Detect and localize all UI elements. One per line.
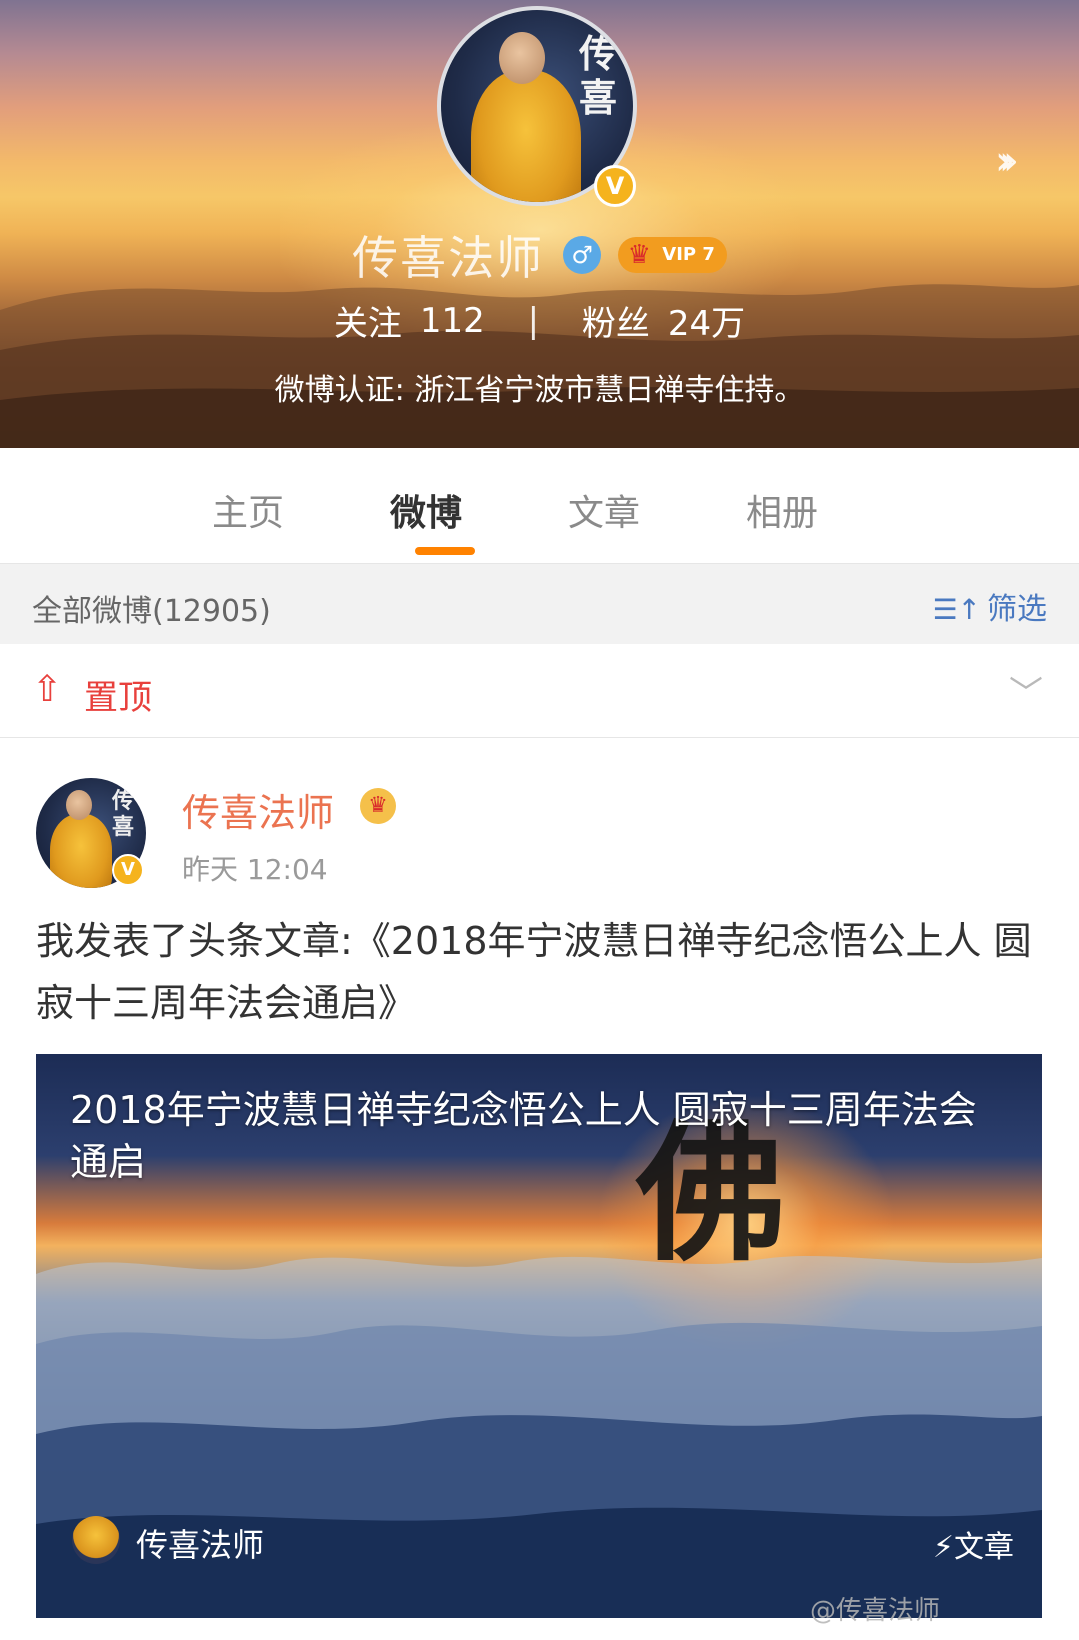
pinned-label: 置顶 [84, 678, 152, 718]
chevrons-right-icon[interactable]: ››› [995, 138, 1019, 184]
lightning-icon: ⚡ [932, 1530, 954, 1565]
fans-label: 粉丝 [581, 304, 650, 344]
all-posts-count: 全部微博(12905) [32, 594, 271, 629]
article-title: 2018年宁波慧日禅寺纪念悟公上人 圆寂十三周年法会通启 [70, 1088, 977, 1184]
profile-name: 传喜法师 [352, 231, 545, 285]
follow-count: 112 [419, 300, 485, 341]
follow-stats: 关注 112 | 粉丝 24万 [0, 296, 1079, 345]
follow-stat[interactable]: 关注 112 [334, 296, 485, 345]
filter-button[interactable]: ☰↑ 筛选 [932, 584, 1047, 628]
filter-icon: ☰↑ [932, 593, 981, 626]
tab-home[interactable]: 主页 [188, 484, 308, 536]
avatar-calligraphy: 传喜 [579, 31, 618, 120]
article-author-avatar [72, 1516, 120, 1564]
chevron-down-icon[interactable]: ﹀ [1009, 666, 1043, 715]
profile-cover: 传喜 V ››› 传喜法师 ♂ ♛ VIP 7 关注 112 | 粉丝 24万 微博… [0, 0, 1079, 448]
fans-count: 24万 [667, 304, 746, 344]
filter-label: 筛选 [987, 592, 1047, 627]
stats-separator: | [527, 300, 540, 341]
follow-label: 关注 [333, 304, 402, 344]
article-author: 传喜法师 [136, 1526, 265, 1564]
certification-text: 微博认证: 浙江省宁波市慧日禅寺住持。 [274, 373, 805, 408]
tab-albums[interactable]: 相册 [722, 484, 842, 536]
article-card[interactable]: 佛 2018年宁波慧日禅寺纪念悟公上人 圆寂十三周年法会通启 传喜法师 ⚡文章 [36, 1054, 1042, 1618]
avatar-calligraphy: 传喜 [112, 788, 135, 840]
verified-badge-icon: V [112, 854, 144, 886]
post-author-name[interactable]: 传喜法师 [182, 782, 334, 837]
vip-badge[interactable]: ♛ VIP 7 [618, 237, 727, 273]
crown-icon[interactable]: ♛ [360, 788, 396, 824]
article-tag-label: 文章 [954, 1530, 1014, 1565]
crown-icon: ♛ [627, 240, 651, 270]
pinned-row[interactable]: ⇧ 置顶 ﹀ [0, 644, 1079, 738]
tab-articles[interactable]: 文章 [544, 484, 664, 536]
male-icon: ♂ [563, 236, 602, 274]
article-tag: ⚡文章 [933, 1522, 1014, 1566]
post-timestamp: 昨天 12:04 [182, 853, 328, 886]
filter-bar: 全部微博(12905) ☰↑ 筛选 [0, 564, 1079, 644]
avatar-robe [471, 70, 581, 202]
fans-stat[interactable]: 粉丝 24万 [582, 296, 745, 345]
post-text[interactable]: 我发表了头条文章:《2018年宁波慧日禅寺纪念悟公上人 圆寂十三周年法会通启》 [36, 910, 1046, 1034]
profile-tabs: 主页 微博 文章 相册 [0, 448, 1079, 564]
verified-badge-icon: V [594, 165, 636, 207]
pin-icon: ⇧ [32, 669, 63, 710]
vip-label: VIP 7 [662, 244, 715, 265]
avatar-robe [50, 814, 112, 888]
profile-name-row: 传喜法师 ♂ ♛ VIP 7 [0, 222, 1079, 285]
avatar-head [499, 32, 545, 84]
watermark: @传喜法师 [810, 1596, 941, 1626]
weibo-post: 传喜 V 传喜法师 ♛ 昨天 12:04 我发表了头条文章:《2018年宁波慧日… [0, 738, 1079, 1640]
avatar-head [66, 790, 92, 820]
tab-weibo[interactable]: 微博 [366, 484, 486, 536]
active-tab-indicator [415, 547, 475, 555]
